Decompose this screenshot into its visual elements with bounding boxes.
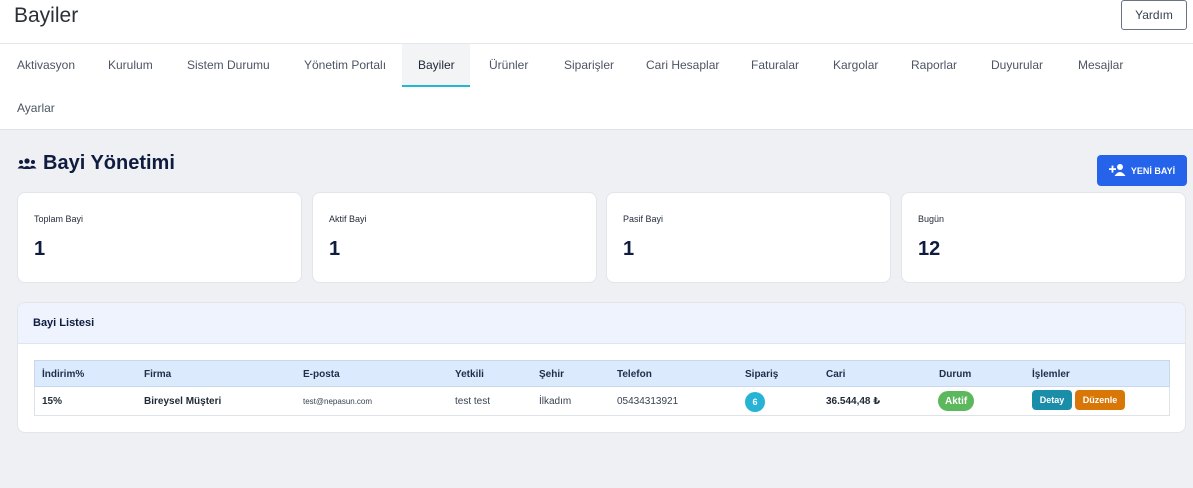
column-header-balance[interactable]: Cari [826,369,845,380]
user-plus-icon [1108,163,1127,178]
help-button[interactable]: Yardım [1121,0,1187,30]
stat-value: 1 [34,238,46,260]
cell-city: İlkadım [539,396,572,407]
stat-label: Toplam Bayi [34,214,84,224]
tab-kurulum[interactable]: Kurulum [108,58,153,72]
new-dealer-label: YENİ BAYİ [1130,165,1176,176]
tab-raporlar[interactable]: Raporlar [911,58,957,72]
tab-duyurular[interactable]: Duyurular [991,58,1043,72]
cell-contact: test test [455,396,491,407]
tab-aktivasyon[interactable]: Aktivasyon [17,58,75,72]
detail-button[interactable]: Detay [1032,390,1072,410]
orders-count-badge[interactable]: 6 [745,392,765,412]
dealer-list-header: Bayi Listesi [18,303,1185,344]
column-header-actions: İşlemler [1032,369,1070,380]
stat-card-active: Aktif Bayi 1 [312,192,597,283]
status-badge: Aktif [938,391,975,411]
tab-siparisler[interactable]: Siparişler [564,58,614,72]
cell-phone: 05434313921 [617,396,679,407]
tab-bayiler[interactable]: Bayiler [418,58,455,72]
column-header-status[interactable]: Durum [939,369,971,380]
column-header-phone[interactable]: Telefon [617,369,652,380]
tab-urunler[interactable]: Ürünler [489,58,528,72]
cell-discount: 15% [42,396,63,407]
stat-label: Bugün [918,214,945,224]
stat-value: 12 [918,238,941,260]
tab-kargolar[interactable]: Kargolar [833,58,878,72]
cell-balance: 36.544,48 ₺ [826,396,881,407]
cell-company: Bireysel Müşteri [144,396,222,407]
stat-card-today: Bugün 12 [901,192,1186,283]
page-title: Bayiler [14,4,79,27]
column-header-contact[interactable]: Yetkili [455,369,484,380]
tab-mesajlar[interactable]: Mesajlar [1078,58,1123,72]
stat-card-total: Toplam Bayi 1 [17,192,302,283]
divider [0,43,1193,44]
edit-button[interactable]: Düzenle [1075,390,1125,410]
column-header-company[interactable]: Firma [144,369,171,380]
top-bar: Bayiler Yardım Aktivasyon Kurulum Sistem… [0,0,1193,130]
table-header: İndirim% Firma E-posta Yetkili Şehir Tel… [34,360,1170,387]
new-dealer-button[interactable]: YENİ BAYİ [1097,155,1187,186]
stat-label: Aktif Bayi [329,214,367,224]
tab-faturalar[interactable]: Faturalar [751,58,799,72]
dealer-list-card: Bayi Listesi İndirim% Firma E-posta Yetk… [17,302,1186,433]
tab-yonetim-portali[interactable]: Yönetim Portalı [304,58,386,72]
dealer-list-title: Bayi Listesi [33,317,95,329]
stat-label: Pasif Bayi [623,214,664,224]
section-title: Bayi Yönetimi [43,152,175,174]
tab-ayarlar[interactable]: Ayarlar [17,101,55,115]
column-header-orders[interactable]: Sipariş [745,369,778,380]
column-header-email[interactable]: E-posta [303,369,340,380]
column-header-discount[interactable]: İndirim% [42,369,84,380]
tab-cari-hesaplar[interactable]: Cari Hesaplar [646,58,719,72]
column-header-city[interactable]: Şehir [539,369,564,380]
stat-card-passive: Pasif Bayi 1 [606,192,891,283]
users-icon [17,157,37,171]
tab-sistem-durumu[interactable]: Sistem Durumu [187,58,270,72]
section-heading: Bayi Yönetimi [17,152,175,175]
table-row[interactable]: 15% Bireysel Müşteri test@nepasun.com te… [34,387,1170,416]
stat-value: 1 [329,238,341,260]
cell-email: test@nepasun.com [303,397,373,406]
stat-value: 1 [623,238,635,260]
